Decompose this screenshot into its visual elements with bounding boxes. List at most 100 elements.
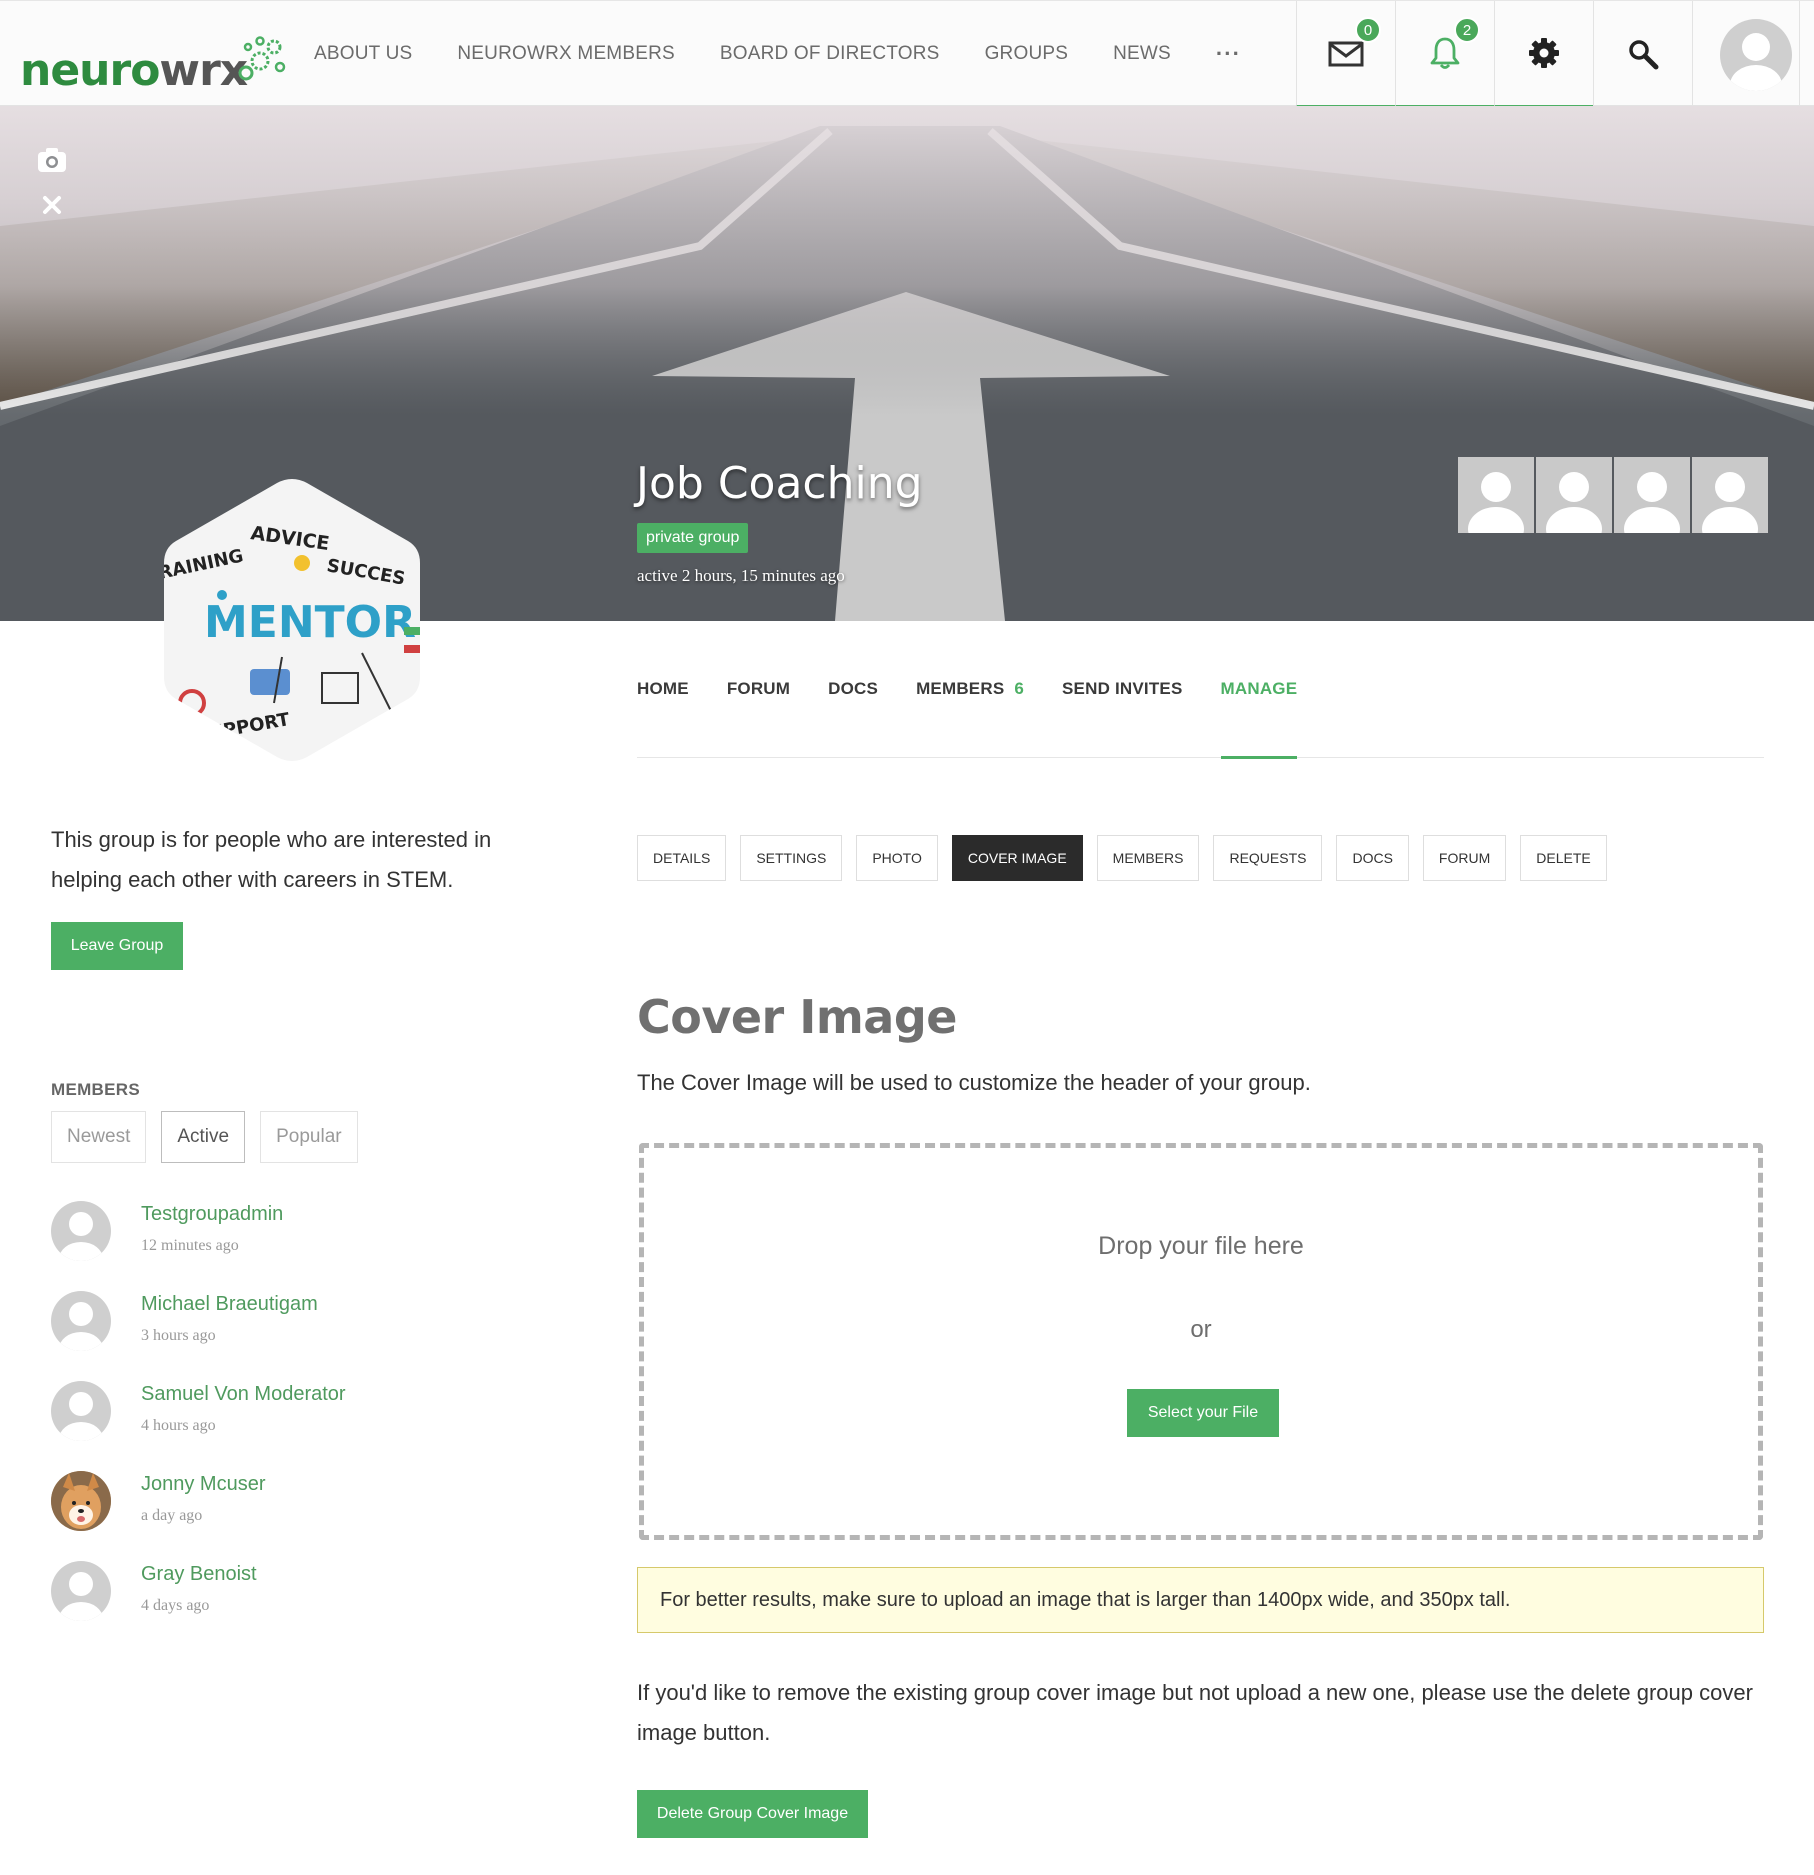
file-dropzone[interactable]: Drop your file here or Select your File xyxy=(639,1143,1763,1540)
member-thumb[interactable] xyxy=(1458,457,1534,533)
manage-subnav: DETAILS SETTINGS PHOTO COVER IMAGE MEMBE… xyxy=(637,835,1621,881)
avatar-word-mentoring: MENTORING xyxy=(204,597,422,648)
member-list-item: Michael Braeutigam 3 hours ago xyxy=(51,1291,451,1361)
group-avatar: ADVICE RAINING SUCCES MENTORING UPPORT xyxy=(164,479,422,761)
gear-icon xyxy=(1529,38,1559,68)
subtab-forum[interactable]: FORUM xyxy=(1422,835,1507,881)
member-name[interactable]: Michael Braeutigam xyxy=(141,1293,318,1316)
top-bar: neuro wrx ABOUT US NEUROWRX MEMBERS BOARD… xyxy=(0,0,1814,107)
subtab-members[interactable]: MEMBERS xyxy=(1096,835,1200,881)
nav-news[interactable]: NEWS xyxy=(1113,43,1171,65)
user-avatar[interactable] xyxy=(1720,19,1792,91)
size-notice: For better results, make sure to upload … xyxy=(637,1567,1764,1633)
close-icon xyxy=(43,196,61,214)
change-cover-button[interactable] xyxy=(36,144,68,176)
subtab-details[interactable]: DETAILS xyxy=(637,835,727,881)
messages-count-badge: 0 xyxy=(1355,17,1381,43)
tab-members[interactable]: MEMBERS 6 xyxy=(916,675,1024,758)
member-list-item: Testgroupadmin 12 minutes ago xyxy=(51,1201,451,1271)
member-avatar[interactable] xyxy=(51,1561,111,1621)
member-last-active: a day ago xyxy=(141,1507,203,1524)
subtab-cover-image[interactable]: COVER IMAGE xyxy=(951,835,1083,881)
bell-icon xyxy=(1430,37,1460,69)
member-name[interactable]: Gray Benoist xyxy=(141,1563,257,1586)
filter-active[interactable]: Active xyxy=(161,1111,246,1163)
mail-icon xyxy=(1328,41,1364,67)
member-avatar[interactable] xyxy=(51,1471,111,1531)
member-list-item: Samuel Von Moderator 4 hours ago xyxy=(51,1381,451,1451)
member-name[interactable]: Testgroupadmin xyxy=(141,1203,283,1226)
tab-home[interactable]: HOME xyxy=(637,675,689,758)
search-icon xyxy=(1629,40,1659,70)
member-last-active: 3 hours ago xyxy=(141,1327,216,1344)
nav-more-icon[interactable]: ··· xyxy=(1216,41,1241,67)
member-name[interactable]: Jonny Mcuser xyxy=(141,1473,266,1496)
subtab-docs[interactable]: DOCS xyxy=(1336,835,1409,881)
default-avatar-icon xyxy=(59,1212,103,1261)
tab-forum[interactable]: FORUM xyxy=(727,675,790,758)
tab-manage[interactable]: MANAGE xyxy=(1220,675,1298,759)
subtab-photo[interactable]: PHOTO xyxy=(856,835,938,881)
filter-newest[interactable]: Newest xyxy=(51,1111,147,1163)
nav-about-us[interactable]: ABOUT US xyxy=(314,43,412,65)
default-avatar-icon xyxy=(1730,33,1782,91)
site-logo[interactable]: neuro wrx xyxy=(20,36,286,96)
delete-cover-button[interactable]: Delete Group Cover Image xyxy=(637,1790,868,1838)
default-avatar-icon xyxy=(1702,472,1758,533)
member-last-active: 12 minutes ago xyxy=(141,1237,239,1254)
default-avatar-icon xyxy=(1624,472,1680,533)
remove-cover-info: If you'd like to remove the existing gro… xyxy=(637,1680,1753,1745)
logo-text-primary: neuro xyxy=(20,45,160,96)
members-widget-heading: MEMBERS xyxy=(51,1080,140,1099)
or-label: or xyxy=(1190,1316,1212,1343)
member-avatars xyxy=(1458,457,1768,533)
default-avatar-icon xyxy=(59,1572,103,1621)
member-list-item: Gray Benoist 4 days ago xyxy=(51,1561,451,1631)
member-name[interactable]: Samuel Von Moderator xyxy=(141,1383,346,1406)
member-avatar[interactable] xyxy=(51,1291,111,1351)
nav-neurowrx-members[interactable]: NEUROWRX MEMBERS xyxy=(457,43,675,65)
camera-icon xyxy=(38,148,66,172)
drop-file-label: Drop your file here xyxy=(1098,1232,1304,1260)
notifications-count-badge: 2 xyxy=(1454,17,1480,43)
members-count: 6 xyxy=(1014,679,1025,698)
tab-docs[interactable]: DOCS xyxy=(828,675,878,758)
member-last-active: 4 days ago xyxy=(141,1597,210,1614)
member-last-active: 4 hours ago xyxy=(141,1417,216,1434)
notifications-button[interactable]: 2 xyxy=(1395,1,1494,107)
nav-board-of-directors[interactable]: BOARD OF DIRECTORS xyxy=(720,43,940,65)
member-list-item: Jonny Mcuser a day ago xyxy=(51,1471,451,1541)
dog-photo-icon xyxy=(51,1471,111,1531)
settings-button[interactable] xyxy=(1494,1,1593,107)
default-avatar-icon xyxy=(59,1302,103,1351)
tab-send-invites[interactable]: SEND INVITES xyxy=(1062,675,1182,758)
subtab-requests[interactable]: REQUESTS xyxy=(1213,835,1323,881)
subtab-settings[interactable]: SETTINGS xyxy=(740,835,843,881)
messages-button[interactable]: 0 xyxy=(1296,1,1395,107)
page-title: Cover Image xyxy=(637,990,957,1044)
member-thumb[interactable] xyxy=(1614,457,1690,533)
filter-popular[interactable]: Popular xyxy=(260,1111,358,1163)
group-nav-tabs: HOME FORUM DOCS MEMBERS 6 SEND INVITES MA… xyxy=(637,675,1764,759)
default-avatar-icon xyxy=(59,1392,103,1441)
leave-group-button[interactable]: Leave Group xyxy=(51,922,183,970)
member-avatar[interactable] xyxy=(51,1201,111,1261)
privacy-badge: private group xyxy=(637,523,749,553)
cover-image-intro: The Cover Image will be used to customiz… xyxy=(637,1070,1311,1095)
main-nav: ABOUT US NEUROWRX MEMBERS BOARD OF DIREC… xyxy=(314,1,1241,107)
gears-logo-icon xyxy=(238,36,286,81)
subtab-delete[interactable]: DELETE xyxy=(1520,835,1607,881)
remove-cover-button[interactable] xyxy=(36,189,68,221)
default-avatar-icon xyxy=(1468,472,1524,533)
search-button[interactable] xyxy=(1593,1,1692,107)
member-thumb[interactable] xyxy=(1536,457,1612,533)
group-activity: active 2 hours, 15 minutes ago xyxy=(637,566,845,585)
members-filter: Newest Active Popular xyxy=(51,1111,358,1163)
tab-members-label: MEMBERS xyxy=(916,679,1005,698)
nav-groups[interactable]: GROUPS xyxy=(985,43,1069,65)
member-thumb[interactable] xyxy=(1692,457,1768,533)
member-avatar[interactable] xyxy=(51,1381,111,1441)
group-description: This group is for people who are interes… xyxy=(51,827,492,892)
select-file-button[interactable]: Select your File xyxy=(1127,1389,1279,1437)
group-title: Job Coaching xyxy=(636,458,923,509)
